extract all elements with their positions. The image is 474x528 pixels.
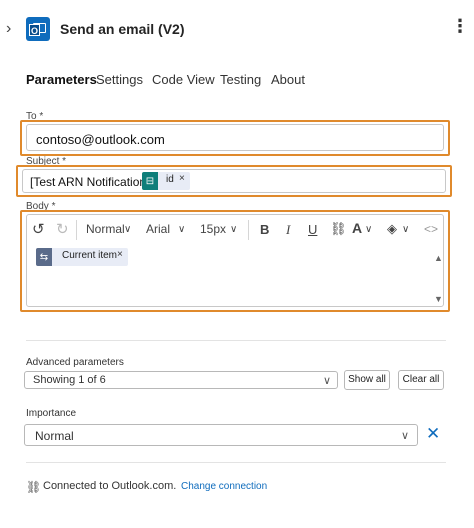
chevron-down-icon[interactable]: ∨: [124, 224, 131, 235]
underline-button[interactable]: U: [308, 222, 317, 237]
chevron-down-icon[interactable]: ∨: [402, 224, 409, 235]
chevron-down-icon[interactable]: ∨: [365, 224, 372, 235]
outlook-app-icon: O: [26, 17, 50, 41]
tab-parameters[interactable]: Parameters: [26, 72, 97, 87]
italic-button[interactable]: I: [286, 222, 290, 238]
action-header: › O Send an email (V2) ⋮: [0, 0, 474, 58]
redo-icon[interactable]: ↻: [56, 220, 69, 238]
importance-dropdown[interactable]: Normal ∨: [24, 424, 418, 446]
subject-id-token[interactable]: ⊟ id ×: [142, 172, 190, 190]
chevron-down-icon[interactable]: ∨: [178, 224, 185, 235]
token-label: Current item: [62, 250, 118, 261]
remove-token-icon[interactable]: ×: [179, 173, 185, 184]
action-title: Send an email (V2): [60, 21, 185, 37]
font-color-button[interactable]: A: [352, 220, 362, 236]
highlight-color-icon[interactable]: ◈: [387, 221, 397, 237]
tab-about[interactable]: About: [271, 72, 305, 87]
tab-testing[interactable]: Testing: [220, 72, 261, 87]
change-connection-link[interactable]: Change connection: [181, 481, 267, 492]
loop-icon: ⇆: [36, 248, 52, 266]
sharepoint-icon: ⊟: [142, 172, 158, 190]
link-icon[interactable]: ⛓: [330, 221, 347, 237]
section-divider: [26, 462, 446, 463]
tab-settings[interactable]: Settings: [96, 72, 143, 87]
advanced-parameters-dropdown[interactable]: Showing 1 of 6 ∨: [24, 371, 338, 389]
code-view-button[interactable]: <>: [424, 222, 438, 236]
scroll-up-icon[interactable]: ▲: [434, 253, 443, 263]
advanced-parameters-label: Advanced parameters: [26, 357, 124, 368]
connection-icon: ⛓: [26, 480, 42, 494]
section-divider: [26, 340, 446, 341]
size-select[interactable]: 15px: [200, 222, 226, 236]
connection-status: Connected to Outlook.com.: [43, 480, 177, 492]
body-current-item-token[interactable]: ⇆ Current item ×: [36, 248, 128, 266]
font-select[interactable]: Arial: [146, 222, 170, 236]
bold-button[interactable]: B: [260, 222, 269, 237]
chevron-down-icon: ∨: [401, 430, 410, 442]
token-label: id: [166, 174, 174, 185]
subject-text: [Test ARN Notification]: [30, 175, 150, 189]
importance-value: Normal: [35, 429, 74, 443]
show-all-button[interactable]: Show all: [344, 370, 390, 390]
tab-code-view[interactable]: Code View: [152, 72, 215, 87]
expand-chevron-icon[interactable]: ›: [6, 20, 11, 38]
rich-text-toolbar: ↺ ↻ Normal ∨ Arial ∨ 15px ∨ B I U ⛓ A ∨ …: [26, 216, 442, 246]
more-options-icon[interactable]: ⋮: [451, 16, 469, 36]
clear-all-button[interactable]: Clear all: [398, 370, 444, 390]
to-value: contoso@outlook.com: [36, 132, 165, 147]
chevron-down-icon: ∨: [323, 375, 332, 387]
undo-icon[interactable]: ↺: [32, 220, 45, 238]
clear-importance-icon[interactable]: ✕: [426, 425, 440, 443]
scroll-down-icon[interactable]: ▼: [434, 294, 443, 304]
format-select[interactable]: Normal: [86, 222, 125, 236]
remove-token-icon[interactable]: ×: [117, 249, 123, 260]
importance-label: Importance: [26, 408, 77, 419]
advanced-parameters-value: Showing 1 of 6: [33, 374, 106, 386]
chevron-down-icon[interactable]: ∨: [230, 224, 237, 235]
